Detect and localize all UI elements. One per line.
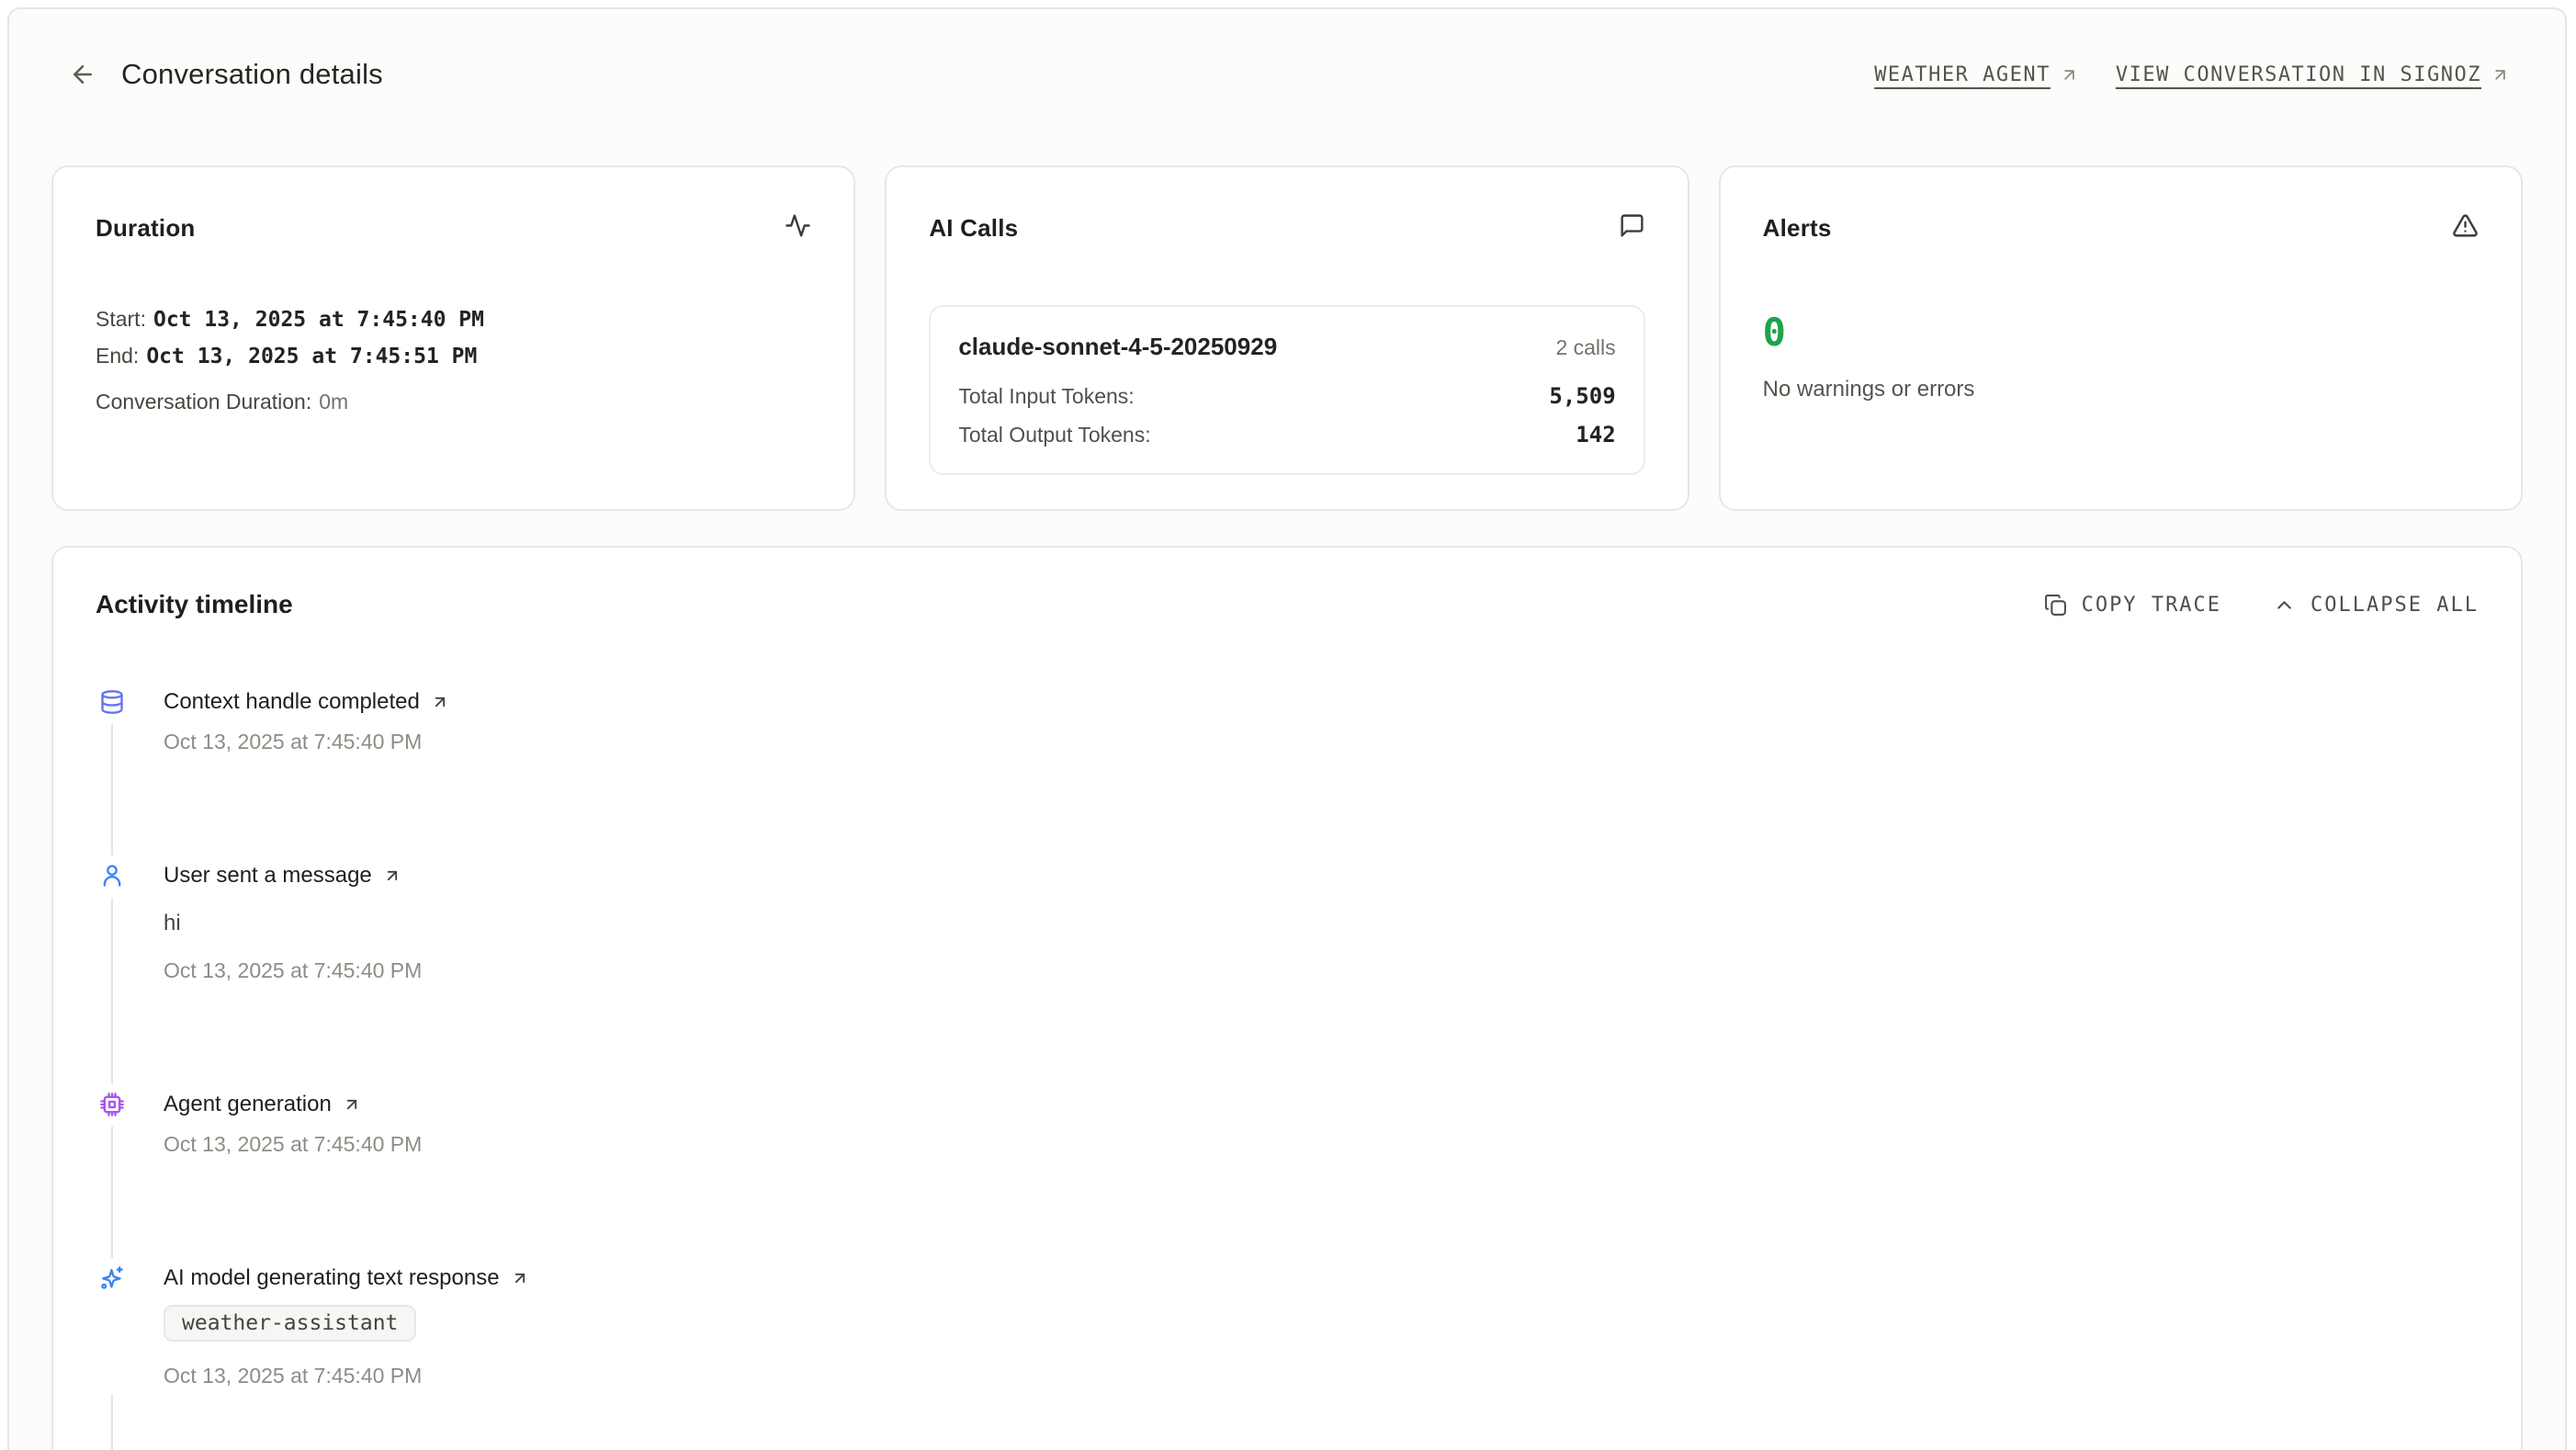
chevron-up-icon: [2273, 594, 2296, 617]
conversation-duration-row: Conversation Duration: 0m: [96, 390, 811, 414]
activity-timeline-panel: Activity timeline COPY TRACE COLLAPSE AL…: [51, 546, 2523, 1450]
duration-start-row: Start: Oct 13, 2025 at 7:45:40 PM: [96, 307, 811, 333]
alert-triangle-icon: [2452, 212, 2479, 244]
external-link-icon: [511, 1269, 529, 1287]
timeline-event-timestamp: Oct 13, 2025 at 7:45:40 PM: [164, 730, 2479, 754]
arrow-left-icon: [69, 61, 96, 88]
alerts-message: No warnings or errors: [1763, 377, 2479, 402]
duration-end-value: Oct 13, 2025 at 7:45:51 PM: [146, 345, 477, 368]
timeline-event-timestamp: Oct 13, 2025 at 7:45:40 PM: [164, 1132, 2479, 1157]
timeline-event-title: AI model generating text response: [164, 1265, 500, 1291]
external-link-icon: [2491, 65, 2510, 85]
back-button[interactable]: [64, 56, 101, 93]
duration-start-label: Start:: [96, 307, 146, 331]
copy-trace-button[interactable]: COPY TRACE: [2044, 594, 2221, 617]
conversation-duration-label: Conversation Duration:: [96, 390, 311, 413]
timeline-event-badge: weather-assistant: [164, 1305, 416, 1342]
collapse-all-button[interactable]: COLLAPSE ALL: [2273, 594, 2479, 617]
view-conversation-signoz-label: VIEW CONVERSATION IN SIGNOZ: [2116, 63, 2481, 86]
total-output-tokens-value: 142: [1576, 422, 1615, 447]
duration-card: Duration Start: Oct 13, 2025 at 7:45:40 P…: [51, 165, 855, 511]
page-header: Conversation details WEATHER AGENT VIEW …: [64, 53, 2510, 96]
duration-card-title: Duration: [96, 214, 195, 243]
model-call-count: 2 calls: [1555, 335, 1615, 360]
timeline-events: Context handle completed Oct 13, 2025 at…: [96, 689, 2479, 1450]
total-output-tokens-label: Total Output Tokens:: [958, 423, 1150, 447]
timeline-event-link[interactable]: AI model generating text response: [164, 1265, 2479, 1291]
timeline-event-title: Context handle completed: [164, 689, 420, 715]
activity-icon: [785, 212, 811, 244]
timeline-event-badge-wrap: weather-assistant: [164, 1305, 2479, 1342]
ai-calls-card-title: AI Calls: [929, 214, 1018, 243]
activity-timeline-title: Activity timeline: [96, 590, 293, 619]
duration-end-label: End:: [96, 344, 139, 368]
external-link-icon: [431, 693, 449, 711]
timeline-event-link[interactable]: Agent generation: [164, 1092, 2479, 1117]
view-conversation-signoz-link[interactable]: VIEW CONVERSATION IN SIGNOZ: [2116, 63, 2510, 86]
collapse-all-label: COLLAPSE ALL: [2310, 594, 2479, 617]
timeline-event-link[interactable]: Context handle completed: [164, 689, 2479, 715]
timeline-event-body: hi: [164, 911, 2479, 936]
timeline-event: Context handle completed Oct 13, 2025 at…: [96, 689, 2479, 863]
weather-agent-link-label: WEATHER AGENT: [1874, 63, 2051, 86]
alerts-card-title: Alerts: [1763, 214, 1832, 243]
duration-end-row: End: Oct 13, 2025 at 7:45:51 PM: [96, 344, 811, 369]
conversation-details-panel: Conversation details WEATHER AGENT VIEW …: [7, 7, 2567, 1450]
copy-trace-label: COPY TRACE: [2082, 594, 2221, 617]
user-icon: [99, 863, 125, 889]
timeline-event-timestamp: Oct 13, 2025 at 7:45:40 PM: [164, 958, 2479, 983]
page-title: Conversation details: [121, 58, 383, 91]
message-square-icon: [1619, 212, 1645, 244]
database-icon: [99, 689, 125, 715]
summary-cards-row: Duration Start: Oct 13, 2025 at 7:45:40 P…: [51, 165, 2523, 511]
copy-icon: [2044, 594, 2067, 617]
alerts-count: 0: [1763, 312, 2479, 353]
timeline-event: User sent a message hi Oct 13, 2025 at 7…: [96, 863, 2479, 1092]
external-link-icon: [383, 867, 401, 885]
total-input-tokens-value: 5,509: [1549, 383, 1615, 409]
model-usage-box: claude-sonnet-4-5-20250929 2 calls Total…: [929, 305, 1644, 475]
duration-start-value: Oct 13, 2025 at 7:45:40 PM: [153, 308, 484, 332]
cpu-icon: [99, 1092, 125, 1117]
timeline-event-link[interactable]: User sent a message: [164, 863, 2479, 889]
external-link-icon: [343, 1095, 361, 1114]
conversation-duration-value: 0m: [319, 390, 348, 413]
external-link-icon: [2060, 65, 2079, 85]
total-input-tokens-label: Total Input Tokens:: [958, 384, 1134, 409]
weather-agent-link[interactable]: WEATHER AGENT: [1874, 63, 2079, 86]
timeline-event: Agent generation Oct 13, 2025 at 7:45:40…: [96, 1092, 2479, 1265]
timeline-event-title: User sent a message: [164, 863, 372, 889]
model-name: claude-sonnet-4-5-20250929: [958, 333, 1277, 361]
ai-calls-card: AI Calls claude-sonnet-4-5-20250929 2 ca…: [885, 165, 1689, 511]
timeline-event-title: Agent generation: [164, 1092, 332, 1117]
alerts-card: Alerts 0 No warnings or errors: [1719, 165, 2523, 511]
timeline-event-timestamp: Oct 13, 2025 at 7:45:40 PM: [164, 1364, 2479, 1388]
timeline-event: AI model generating text response weathe…: [96, 1265, 2479, 1450]
sparkles-icon: [99, 1265, 125, 1291]
